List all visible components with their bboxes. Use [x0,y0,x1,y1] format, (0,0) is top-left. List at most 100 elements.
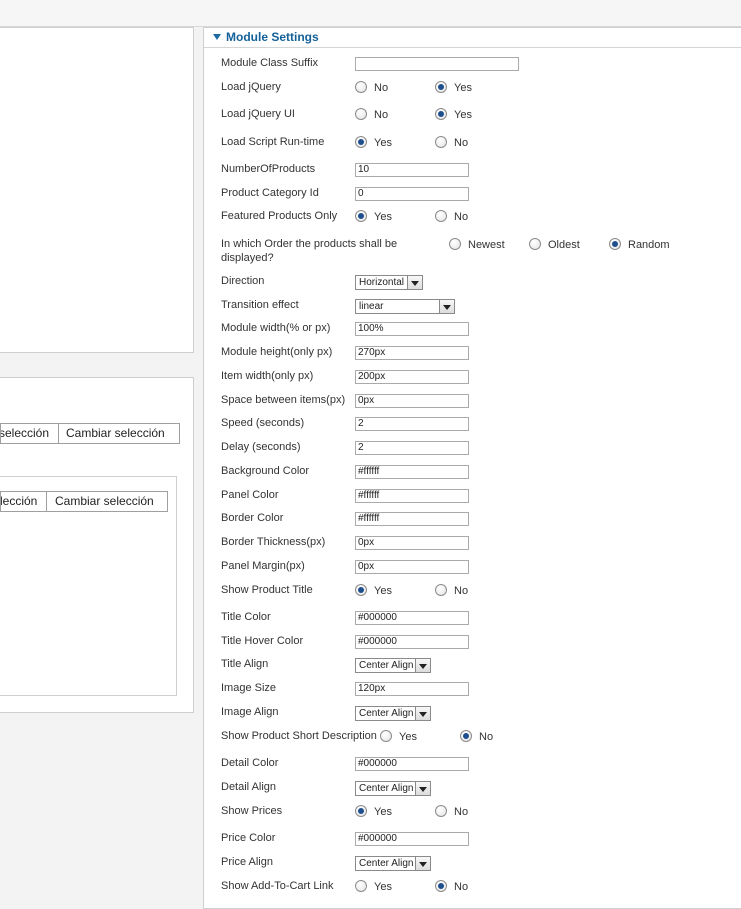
show-prices-no[interactable]: No [435,805,468,818]
tab-selection[interactable]: lección [1,492,37,511]
radio-checked-icon [460,730,472,742]
dropdown-arrow-icon [415,707,430,720]
radio-icon [380,730,392,742]
radio-icon [435,210,447,222]
space-between-input[interactable] [355,394,469,408]
price-color-input[interactable] [355,832,469,846]
label-show-prices: Show Prices [221,805,283,817]
title-color-input[interactable] [355,611,469,625]
label-space-between: Space between items(px) [221,394,346,406]
show-title-yes[interactable]: Yes [355,584,392,597]
label-number-of-products: NumberOfProducts [221,163,316,175]
label-background-color: Background Color [221,465,310,477]
featured-only-no[interactable]: No [435,210,468,223]
price-align-select[interactable]: Center Align [355,856,431,871]
label-module-class-suffix: Module Class Suffix [221,57,319,69]
show-title-no[interactable]: No [435,584,468,597]
order-oldest[interactable]: Oldest [529,238,580,251]
label-show-title: Show Product Title [221,584,313,596]
load-jquery-ui-no[interactable]: No [355,108,388,121]
label-border-thickness: Border Thickness(px) [221,536,326,548]
label-item-width: Item width(only px) [221,370,314,382]
show-prices-yes[interactable]: Yes [355,805,392,818]
border-thickness-input[interactable] [355,536,469,550]
short-description-yes[interactable]: Yes [380,730,417,743]
label-image-align: Image Align [221,706,279,718]
border-color-input[interactable] [355,512,469,526]
radio-icon [449,238,461,250]
order-newest[interactable]: Newest [449,238,505,251]
transition-select[interactable]: linear [355,299,455,314]
add-to-cart-no[interactable]: No [435,880,468,893]
panel-color-input[interactable] [355,489,469,503]
radio-checked-icon [435,880,447,892]
collapse-arrow-icon[interactable] [213,34,221,40]
module-settings-title: Module Settings [226,30,319,44]
category-id-input[interactable] [355,187,469,201]
item-width-input[interactable] [355,370,469,384]
dropdown-arrow-icon [439,300,454,313]
load-script-no[interactable]: No [435,136,468,149]
label-load-jquery: Load jQuery [221,81,281,93]
radio-icon [355,108,367,120]
label-detail-color: Detail Color [221,757,279,769]
dropdown-arrow-icon [407,276,422,289]
panel-margin-input[interactable] [355,560,469,574]
add-to-cart-yes[interactable]: Yes [355,880,392,893]
tab-change-selection[interactable]: Cambiar selección [55,492,154,511]
label-detail-align: Detail Align [221,781,277,793]
label-order-line2: displayed? [221,252,274,264]
detail-color-input[interactable] [355,757,469,771]
label-add-to-cart: Show Add-To-Cart Link [221,880,334,892]
load-jquery-ui-yes[interactable]: Yes [435,108,472,121]
load-jquery-yes[interactable]: Yes [435,81,472,94]
top-toolbar [0,0,741,27]
radio-icon [355,81,367,93]
module-width-input[interactable] [355,322,469,336]
label-load-script: Load Script Run-time [221,136,325,148]
title-align-select[interactable]: Center Align [355,658,431,673]
label-category-id: Product Category Id [221,187,319,199]
radio-checked-icon [355,210,367,222]
module-settings-header[interactable]: Module Settings [204,28,741,48]
module-class-suffix-input[interactable] [355,57,519,71]
image-align-select[interactable]: Center Align [355,706,431,721]
short-description-no[interactable]: No [460,730,493,743]
label-order-line1: In which Order the products shall be [221,238,398,250]
tab-selection[interactable]: selección [1,424,49,443]
label-load-jquery-ui: Load jQuery UI [221,108,295,120]
dropdown-arrow-icon [415,659,430,672]
label-title-align: Title Align [221,658,269,670]
module-height-input[interactable] [355,346,469,360]
radio-icon [529,238,541,250]
radio-checked-icon [355,584,367,596]
radio-icon [435,805,447,817]
label-title-color: Title Color [221,611,271,623]
left-inner-panel: lección Cambiar selección [0,476,177,696]
label-speed: Speed (seconds) [221,417,305,429]
label-delay: Delay (seconds) [221,441,301,453]
radio-icon [435,136,447,148]
order-random[interactable]: Random [609,238,670,251]
speed-input[interactable] [355,417,469,431]
label-featured-only: Featured Products Only [221,210,338,222]
background-color-input[interactable] [355,465,469,479]
load-script-yes[interactable]: Yes [355,136,392,149]
load-jquery-no[interactable]: No [355,81,388,94]
label-image-size: Image Size [221,682,277,694]
featured-only-yes[interactable]: Yes [355,210,392,223]
radio-icon [435,584,447,596]
direction-select[interactable]: Horizontal [355,275,423,290]
label-direction: Direction [221,275,265,287]
title-hover-color-input[interactable] [355,635,469,649]
label-transition: Transition effect [221,299,299,311]
image-size-input[interactable] [355,682,469,696]
radio-checked-icon [355,805,367,817]
delay-input[interactable] [355,441,469,455]
tab-change-selection[interactable]: Cambiar selección [66,424,165,443]
left-panel-bottom: selección Cambiar selección lección Camb… [0,377,194,713]
detail-align-select[interactable]: Center Align [355,781,431,796]
number-of-products-input[interactable] [355,163,469,177]
dropdown-arrow-icon [415,782,430,795]
selection-tabs-top: selección Cambiar selección [0,423,180,444]
